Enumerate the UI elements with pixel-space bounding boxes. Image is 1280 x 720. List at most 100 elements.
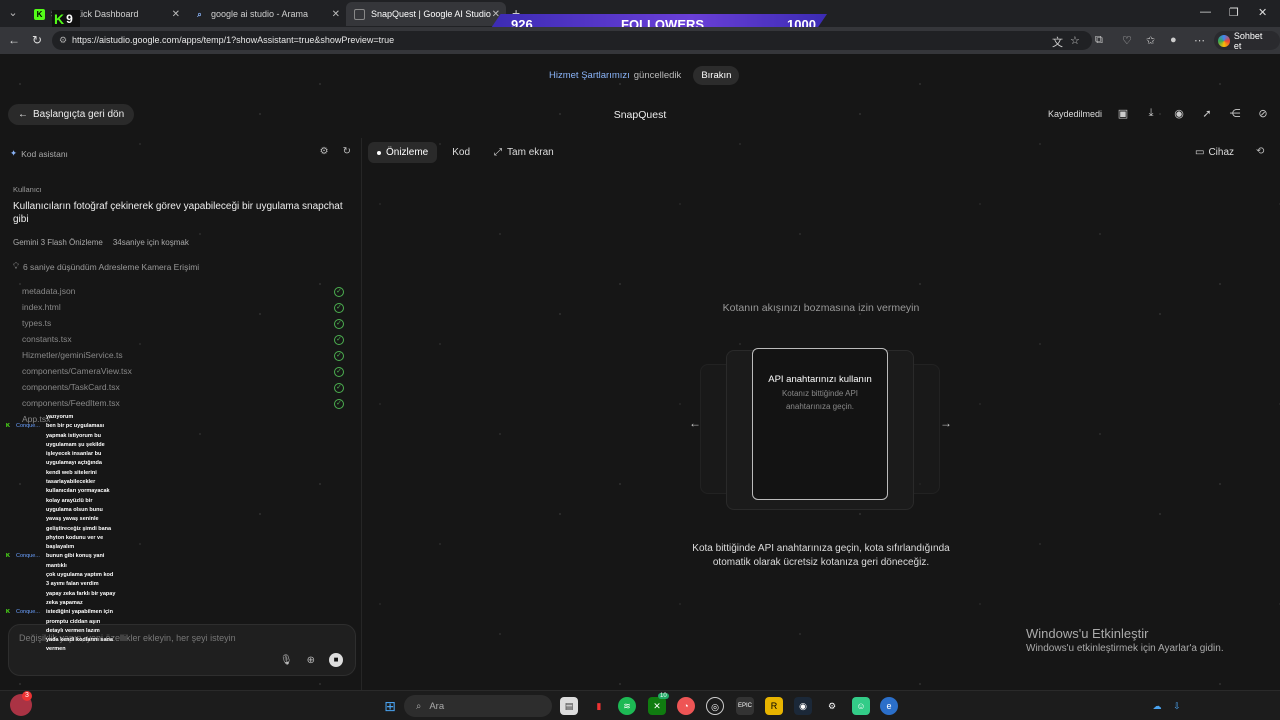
tab-list-chevron-icon[interactable]: ⌄ (4, 4, 22, 22)
github-desktop-icon[interactable]: ⚙ (823, 697, 841, 715)
extensions-icon[interactable]: ⧉ (1095, 34, 1103, 47)
tab-label: google ai studio - Arama (211, 9, 309, 19)
maximize-icon[interactable]: ❐ (1229, 6, 1239, 19)
file-item[interactable]: index.html ✓ (22, 302, 344, 318)
chat-text: işleyecek insanlar bu (46, 451, 102, 458)
terms-link[interactable]: Hizmet Şartlarımızı (549, 70, 630, 81)
notification-avatar[interactable]: 3 (10, 691, 32, 716)
xbox-badge: 10 (658, 693, 669, 699)
tab-kick-dashboard[interactable]: K S Kick Dashboard ✕ (26, 2, 186, 26)
site-info-icon: ⚙ (59, 35, 68, 45)
tray-download-icon[interactable]: ⇩ (1168, 697, 1186, 715)
chat-text: mantıklı (46, 562, 67, 569)
rockstar-icon[interactable]: R (765, 697, 783, 715)
translate-icon[interactable]: 文 (1052, 34, 1063, 50)
device-icon: ▭ (1195, 147, 1205, 158)
generated-files-list: metadata.json ✓ index.html ✓ types.ts ✓ con… (22, 286, 344, 430)
hide-panel-icon[interactable]: ⊘ (1256, 107, 1270, 120)
more-menu-icon[interactable]: ⋯ (1194, 34, 1205, 47)
tab-snapquest[interactable]: SnapQuest | Google AI Studio ✕ (346, 2, 506, 26)
stop-generation-button[interactable]: ■ (329, 653, 343, 667)
chat-message: tasarlayabilecekler (4, 479, 124, 488)
card-title: API anahtarınızı kullanın (768, 374, 872, 385)
edge-icon[interactable]: e (880, 697, 898, 715)
close-window-icon[interactable]: ✕ (1258, 6, 1267, 19)
run-duration: 34saniye için koşmak (112, 238, 189, 247)
reload-icon[interactable]: ↻ (32, 33, 42, 47)
chat-text: phyton kodunu ver ve (46, 534, 104, 541)
chat-text: kolay arayüzlü bir (46, 497, 93, 504)
deploy-rocket-icon[interactable]: ➚ (1200, 107, 1214, 120)
preview-description: Kota bittiğinde API anahtarınıza geçin, … (362, 542, 1280, 570)
tab-close-icon[interactable]: ✕ (332, 9, 340, 20)
chat-message: vermen (4, 646, 124, 655)
chat-message: zeka yapamaz (4, 600, 124, 609)
minimize-icon[interactable]: — (1200, 6, 1211, 18)
favorites-icon[interactable]: ✩ (1146, 34, 1155, 47)
check-icon: ✓ (334, 287, 344, 297)
sohbet-et-button[interactable]: Sohbet et (1214, 31, 1280, 51)
back-arrow-icon[interactable]: ← (8, 33, 20, 47)
api-key-card[interactable]: API anahtarınızı kullanın Kotanız bittiğ… (752, 348, 888, 500)
app-red-icon[interactable]: ▮ (590, 697, 608, 715)
browser-app-icon[interactable]: ◔ (677, 697, 695, 715)
fullscreen-icon: ⤢ (494, 147, 503, 158)
tab-tam-ekran[interactable]: ⤢ Tam ekran (485, 142, 563, 163)
carousel-next-icon[interactable]: → (940, 416, 952, 430)
carousel-prev-icon[interactable]: ← (689, 416, 701, 430)
performance-icon[interactable]: ♡ (1122, 34, 1132, 47)
watermark-subtitle: Windows'u etkinleştirmek için Ayarlar'a … (1026, 643, 1224, 654)
chat-message: K Conque... istediğini yapabilmen için (4, 609, 124, 618)
settings-gear-icon[interactable]: ⚙ (320, 146, 329, 157)
tab-kod[interactable]: Kod (443, 142, 479, 163)
tray-cloud-icon[interactable]: ☁ (1148, 697, 1166, 715)
refresh-icon[interactable]: ↻ (343, 146, 351, 157)
download-icon[interactable]: ⤓ (1144, 107, 1158, 120)
file-item[interactable]: types.ts ✓ (22, 318, 344, 334)
file-item[interactable]: constants.tsx ✓ (22, 334, 344, 350)
file-icon[interactable]: ▤ (560, 697, 578, 715)
add-attachment-icon[interactable]: ⊕ (307, 655, 315, 666)
profile-avatar[interactable]: ● (1170, 34, 1177, 46)
preview-refresh-icon[interactable]: ⟲ (1256, 146, 1264, 157)
copilot-icon (1218, 34, 1230, 47)
chat-text: başlayalım (46, 544, 75, 551)
stream-chat-overlay: yazıyorum K Conque... ben bir pc uygulaması… (4, 414, 124, 714)
microphone-icon[interactable]: 🎙︎ (280, 655, 293, 666)
xbox-icon[interactable]: ✕ (648, 697, 666, 715)
steam-icon[interactable]: ◉ (794, 697, 812, 715)
search-icon: ⌕ (416, 700, 422, 712)
preview-subtitle: Kotanın akışınızı bozmasına izin vermeyi… (722, 302, 920, 314)
address-bar[interactable]: ⚙ https://aistudio.google.com/apps/temp/… (52, 31, 1092, 50)
dismiss-banner-button[interactable]: Bırakın (693, 66, 740, 85)
discord-icon[interactable]: ☺ (852, 697, 870, 715)
github-icon[interactable]: ◉ (1172, 107, 1186, 120)
share-icon[interactable]: ⋲ (1228, 107, 1242, 120)
chat-message: uygulamam şu şekilde (4, 442, 124, 451)
thought-summary[interactable]: 💡︎ 6 saniye düşündüm Adresleme Kamera Er… (13, 261, 199, 272)
windows-start-icon[interactable]: ⊞ (381, 697, 399, 715)
file-item[interactable]: components/TaskCard.tsx ✓ (22, 382, 344, 398)
check-icon: ✓ (334, 335, 344, 345)
tab-onizleme[interactable]: Önizleme (368, 142, 438, 163)
spotify-icon[interactable]: ≋ (618, 697, 636, 715)
chat-message: uygulamayı açtığında (4, 460, 124, 469)
chat-text: promptu ciddan aşırı (46, 618, 101, 625)
chat-message: yapay zeka farklı bir yapay (4, 591, 124, 600)
check-icon: ✓ (334, 399, 344, 409)
file-item[interactable]: components/FeedItem.tsx ✓ (22, 398, 344, 414)
taskbar-search[interactable]: ⌕ Ara (404, 695, 552, 717)
windows-taskbar: 3 ⊞ ⌕ Ara ▤ ▮ ≋ ✕ 10 ◔ ◎ EPIC R ◉ ⚙ ☺ e … (0, 690, 1280, 720)
kick-icon: K (34, 8, 45, 20)
bookmark-star-icon[interactable]: ☆ (1070, 34, 1080, 47)
file-item[interactable]: metadata.json ✓ (22, 286, 344, 302)
file-item[interactable]: components/CameraView.tsx ✓ (22, 366, 344, 382)
save-icon[interactable]: ▣ (1116, 107, 1130, 120)
file-item[interactable]: Hizmetler/geminiService.ts ✓ (22, 350, 344, 366)
tab-close-icon[interactable]: ✕ (172, 9, 180, 20)
device-toggle[interactable]: ▭ Cihaz (1195, 147, 1234, 158)
game-app-icon[interactable]: ◎ (706, 697, 724, 715)
sparkle-icon: ✦ (10, 148, 18, 158)
epic-games-icon[interactable]: EPIC (736, 697, 754, 715)
tab-google-search[interactable]: ⌕ google ai studio - Arama ✕ (186, 2, 346, 26)
